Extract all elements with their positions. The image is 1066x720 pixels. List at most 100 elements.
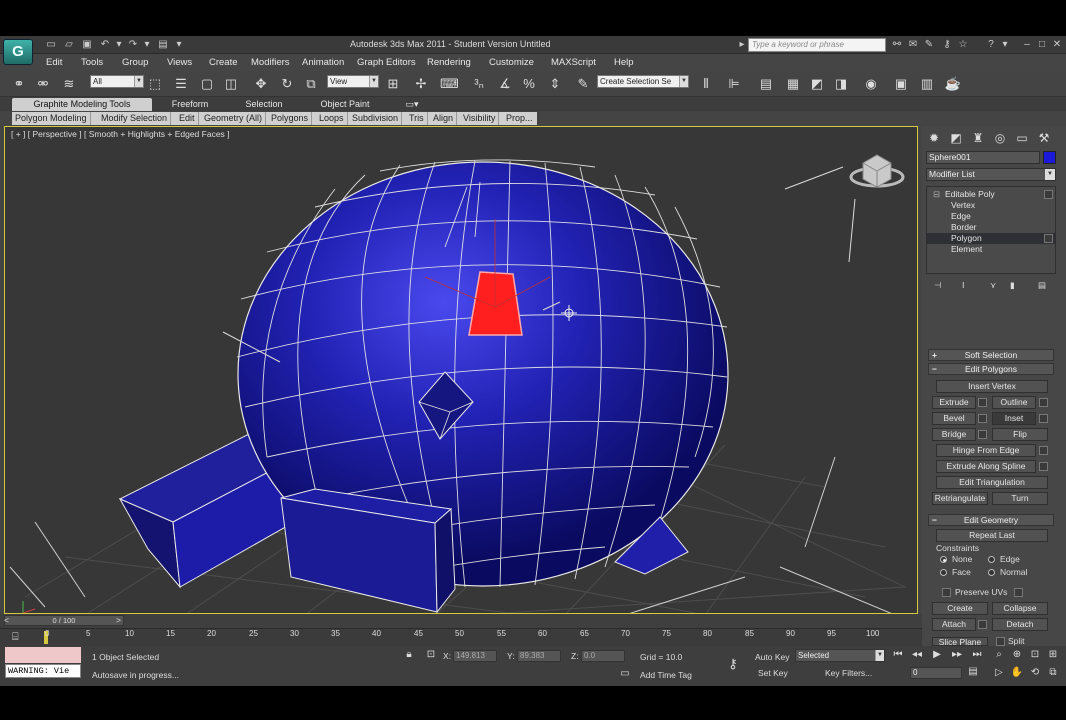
bevel-button[interactable]: Bevel: [932, 412, 976, 425]
motion-tab-icon[interactable]: ◎: [992, 130, 1008, 146]
undo-icon[interactable]: ↶: [98, 39, 112, 51]
redo-icon[interactable]: ↷: [126, 39, 140, 51]
percent-snap-icon[interactable]: %: [520, 75, 538, 93]
zoom-all-icon[interactable]: ⊕: [1010, 649, 1024, 661]
soft-selection-rollout[interactable]: + Soft Selection: [928, 349, 1054, 361]
ribbon-toggle-icon[interactable]: ▭▾: [402, 98, 422, 111]
menu-customize[interactable]: Customize: [489, 57, 534, 68]
create-tab-icon[interactable]: ✹: [926, 130, 942, 146]
collapse-button[interactable]: Collapse: [992, 602, 1048, 615]
menu-create[interactable]: Create: [209, 57, 238, 68]
attach-button[interactable]: Attach: [932, 618, 976, 631]
stack-item-edge[interactable]: Edge: [927, 211, 1055, 222]
set-key-button[interactable]: Set Key: [758, 668, 788, 678]
key-filters-button[interactable]: Key Filters...: [825, 668, 872, 678]
configure-modifier-sets-icon[interactable]: ▤: [1038, 280, 1046, 291]
go-to-start-icon[interactable]: ⏮: [891, 649, 905, 661]
play-icon[interactable]: ▶: [930, 649, 944, 661]
help-dropdown-icon[interactable]: ▾: [998, 39, 1012, 51]
tab-selection[interactable]: Selection: [234, 98, 294, 111]
ribbon-align[interactable]: Align: [430, 112, 458, 125]
zoom-extents-all-icon[interactable]: ⊞: [1046, 649, 1060, 661]
modifier-list-dropdown[interactable]: Modifier List ▼: [926, 168, 1056, 181]
time-slider-prev-icon[interactable]: <: [4, 615, 9, 625]
stack-item-border[interactable]: Border: [927, 222, 1055, 233]
show-end-result-icon[interactable]: Ⅰ: [962, 280, 965, 291]
mirror-icon[interactable]: ⫴: [697, 75, 715, 93]
maximize-viewport-icon[interactable]: ⧉: [1046, 667, 1060, 679]
edit-triangulation-button[interactable]: Edit Triangulation: [936, 476, 1048, 489]
key-icon[interactable]: ⚷: [940, 39, 954, 51]
select-and-manipulate-icon[interactable]: ✢: [412, 75, 430, 93]
menu-rendering[interactable]: Rendering: [427, 57, 471, 68]
select-by-name-icon[interactable]: ☰: [172, 75, 190, 93]
constraint-edge-radio[interactable]: [988, 556, 995, 563]
window-crossing-icon[interactable]: ◫: [222, 75, 240, 93]
create-button[interactable]: Create: [932, 602, 988, 615]
communication-center-icon[interactable]: ✉: [906, 39, 920, 51]
absolute-mode-icon[interactable]: ⊡: [424, 649, 438, 661]
binoculars-icon[interactable]: ⚯: [890, 39, 904, 51]
menu-help[interactable]: Help: [614, 57, 634, 68]
constraint-none-radio[interactable]: [940, 556, 947, 563]
select-object-icon[interactable]: ⬚: [146, 75, 164, 93]
tab-object-paint[interactable]: Object Paint: [310, 98, 380, 111]
menu-views[interactable]: Views: [167, 57, 192, 68]
bridge-settings-icon[interactable]: [978, 430, 987, 439]
reference-coordinate-dropdown[interactable]: View ▼: [327, 75, 379, 88]
time-tag-icon[interactable]: ▭: [618, 668, 632, 680]
render-setup-icon[interactable]: ▣: [892, 75, 910, 93]
ribbon-edit[interactable]: Edit: [176, 112, 199, 125]
time-configuration-icon[interactable]: ▤: [966, 666, 980, 678]
add-time-tag-button[interactable]: Add Time Tag: [640, 670, 692, 680]
ribbon-tris[interactable]: Tris: [406, 112, 428, 125]
mini-curve-editor-icon[interactable]: ⌸: [12, 631, 19, 644]
slice-plane-button[interactable]: Slice Plane: [932, 637, 988, 646]
split-checkbox[interactable]: [996, 637, 1005, 646]
turn-button[interactable]: Turn: [992, 492, 1048, 505]
remove-modifier-icon[interactable]: ▮: [1010, 280, 1015, 291]
field-of-view-icon[interactable]: ▷: [992, 667, 1006, 679]
bind-space-warp-icon[interactable]: ≋: [60, 75, 78, 93]
bevel-settings-icon[interactable]: [978, 414, 987, 423]
restore-icon[interactable]: □: [1035, 39, 1049, 51]
inset-settings-icon[interactable]: [1039, 414, 1048, 423]
key-mode-dropdown[interactable]: Selected ▼: [795, 649, 885, 662]
keyboard-shortcut-override-icon[interactable]: ⌨: [440, 75, 459, 93]
constraint-face-radio[interactable]: [940, 569, 947, 576]
stack-polygon-toggle-icon[interactable]: [1044, 234, 1053, 243]
z-coordinate-field[interactable]: 0.0: [581, 650, 625, 662]
redo-dropdown-icon[interactable]: ▾: [140, 39, 154, 51]
menu-animation[interactable]: Animation: [302, 57, 344, 68]
schematic-view-icon[interactable]: ◨: [832, 75, 850, 93]
menu-tools[interactable]: Tools: [81, 57, 103, 68]
menu-edit[interactable]: Edit: [46, 57, 62, 68]
layer-manager-icon[interactable]: ▤: [757, 75, 775, 93]
go-to-end-icon[interactable]: ⏭: [970, 649, 984, 661]
align-icon[interactable]: ⊫: [725, 75, 743, 93]
detach-button[interactable]: Detach: [992, 618, 1048, 631]
unlink-icon[interactable]: ⚮: [34, 75, 52, 93]
set-key-icon[interactable]: ⚷: [726, 657, 740, 670]
utilities-tab-icon[interactable]: ⚒: [1036, 130, 1052, 146]
ribbon-polygons[interactable]: Polygons: [268, 112, 313, 125]
rectangular-selection-icon[interactable]: ▢: [198, 75, 216, 93]
pin-stack-icon[interactable]: ⊣: [934, 280, 941, 291]
curve-editor-icon[interactable]: ◩: [808, 75, 826, 93]
stack-item-polygon[interactable]: Polygon: [927, 233, 1055, 244]
tab-graphite-modeling-tools[interactable]: Graphite Modeling Tools: [12, 98, 152, 111]
application-button[interactable]: G: [3, 39, 33, 65]
extrude-spline-settings-icon[interactable]: [1039, 462, 1048, 471]
previous-frame-icon[interactable]: ◂◂: [910, 649, 924, 661]
attach-settings-icon[interactable]: [978, 620, 987, 629]
quick-access-dropdown-icon[interactable]: ▾: [172, 39, 186, 51]
angle-snap-icon[interactable]: ∡: [496, 75, 514, 93]
bridge-button[interactable]: Bridge: [932, 428, 976, 441]
menu-graph-editors[interactable]: Graph Editors: [357, 57, 416, 68]
material-editor-icon[interactable]: ◉: [862, 75, 880, 93]
repeat-last-button[interactable]: Repeat Last: [936, 529, 1048, 542]
flip-button[interactable]: Flip: [992, 428, 1048, 441]
insert-vertex-button[interactable]: Insert Vertex: [936, 380, 1048, 393]
next-frame-icon[interactable]: ▸▸: [950, 649, 964, 661]
tab-freeform[interactable]: Freeform: [160, 98, 220, 111]
